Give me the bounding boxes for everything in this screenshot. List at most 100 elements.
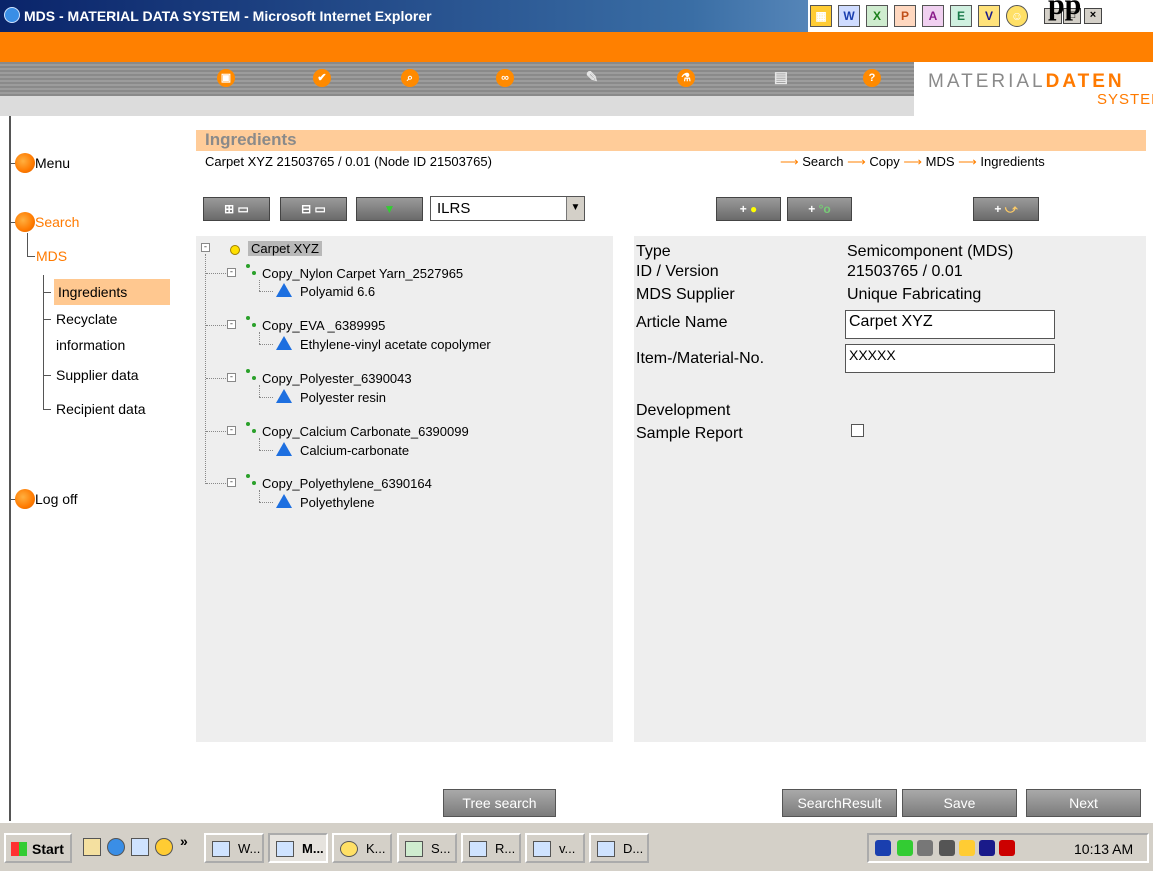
task-button[interactable]: R... — [461, 833, 521, 863]
tray-app-icon[interactable] — [897, 840, 913, 856]
sidebar-item-search[interactable]: Search — [35, 214, 79, 230]
breadcrumb-search[interactable]: Search — [802, 154, 843, 169]
breadcrumb-copy[interactable]: Copy — [869, 154, 899, 169]
add-component-button[interactable]: + ● — [716, 197, 781, 221]
sidebar-item-logoff[interactable]: Log off — [35, 491, 78, 507]
media-player-icon[interactable] — [155, 838, 173, 856]
add-material-button[interactable]: + ⤻ — [973, 197, 1039, 221]
word-icon[interactable]: W — [838, 5, 860, 27]
network-icon[interactable] — [875, 840, 891, 856]
quicklaunch-chevron[interactable]: » — [180, 833, 188, 849]
sidebar-item-recyclate[interactable]: Recyclate — [56, 306, 117, 332]
filter-button[interactable]: ▼ — [356, 197, 423, 221]
collapse-icon[interactable]: - — [201, 243, 210, 252]
access-icon[interactable]: A — [922, 5, 944, 27]
collapse-icon[interactable]: - — [227, 478, 236, 487]
search-icon[interactable]: ⌕ — [401, 69, 419, 87]
add-subcomponent-button[interactable]: + °o — [787, 197, 852, 221]
chevron-down-icon[interactable]: ▼ — [566, 197, 584, 220]
task-button[interactable]: S... — [397, 833, 457, 863]
tree-leaf[interactable]: Ethylene-vinyl acetate copolymer — [300, 337, 491, 352]
next-button[interactable]: Next — [1026, 789, 1141, 817]
sidebar-item-recyclate-line2[interactable]: information — [56, 332, 125, 358]
save-button[interactable]: Save — [902, 789, 1017, 817]
tray-app-icon[interactable] — [959, 840, 975, 856]
connection-icon[interactable] — [939, 840, 955, 856]
word-icon — [533, 841, 551, 857]
task-button[interactable]: W... — [204, 833, 264, 863]
ie-icon[interactable] — [107, 838, 125, 856]
tree-leaf[interactable]: Polyethylene — [300, 495, 374, 510]
office-shortcut-icon[interactable]: ▦ — [810, 5, 832, 27]
antivirus-icon[interactable] — [979, 840, 995, 856]
tree-node[interactable]: Copy_EVA _6389995 — [262, 318, 385, 333]
smiley-icon[interactable]: ☺ — [1006, 5, 1028, 27]
sidebar-item-ingredients[interactable]: Ingredients — [54, 279, 170, 305]
breadcrumb-mds[interactable]: MDS — [926, 154, 955, 169]
filter-select[interactable]: ILRS ▼ — [430, 196, 585, 221]
expand-all-button[interactable]: ⊞ ▭ — [203, 197, 270, 221]
tree-leaf[interactable]: Calcium-carbonate — [300, 443, 409, 458]
save-icon[interactable]: ▣ — [217, 69, 235, 87]
taskbar: Start » W... M... K... S... R... v... D.… — [0, 821, 1153, 871]
check-icon[interactable]: ✔ — [313, 69, 331, 87]
dev-sample-label-line2: Sample Report — [636, 425, 743, 442]
outlook-icon[interactable] — [131, 838, 149, 856]
task-button[interactable]: K... — [332, 833, 392, 863]
material-icon — [276, 389, 292, 403]
volume-icon[interactable] — [917, 840, 933, 856]
tree-root-node[interactable]: Carpet XYZ — [248, 241, 322, 256]
print-icon[interactable]: ▤ — [772, 69, 790, 87]
task-button[interactable]: D... — [589, 833, 649, 863]
page-title: Ingredients — [205, 130, 297, 149]
excel-icon[interactable]: X — [866, 5, 888, 27]
publisher-icon[interactable]: E — [950, 5, 972, 27]
orange-band — [0, 32, 1153, 62]
task-button-active[interactable]: M... — [268, 833, 328, 863]
app-icon — [340, 841, 358, 857]
edit-icon[interactable]: ✎ — [583, 69, 601, 87]
item-number-input[interactable]: XXXXX — [845, 344, 1055, 373]
dev-sample-checkbox[interactable] — [851, 424, 864, 437]
search-bullet-icon — [15, 212, 35, 232]
collapse-all-button[interactable]: ⊟ ▭ — [280, 197, 347, 221]
tree-node[interactable]: Copy_Polyester_6390043 — [262, 371, 412, 386]
sidebar-item-supplier-data[interactable]: Supplier data — [56, 362, 139, 388]
collapse-icon[interactable]: - — [227, 373, 236, 382]
tree-node[interactable]: Copy_Calcium Carbonate_6390099 — [262, 424, 469, 439]
tree-node[interactable]: Copy_Nylon Carpet Yarn_2527965 — [262, 266, 463, 281]
breadcrumb-ingredients[interactable]: Ingredients — [980, 154, 1044, 169]
collapse-icon[interactable]: - — [227, 320, 236, 329]
system-tray: 10:13 AM — [867, 833, 1149, 863]
powerpoint-icon[interactable]: P — [894, 5, 916, 27]
flask-icon[interactable]: ⚗ — [677, 69, 695, 87]
tree-node[interactable]: Copy_Polyethylene_6390164 — [262, 476, 432, 491]
tree-leaf[interactable]: Polyester resin — [300, 390, 386, 405]
task-button[interactable]: v... — [525, 833, 585, 863]
dev-sample-label-line1: Development — [636, 402, 731, 419]
sidebar-item-menu[interactable]: Menu — [35, 155, 70, 171]
tray-app-icon[interactable] — [999, 840, 1015, 856]
tree-leaf[interactable]: Polyamid 6.6 — [300, 284, 375, 299]
close-button[interactable]: × — [1084, 8, 1102, 24]
component-icon — [230, 245, 240, 255]
help-icon[interactable]: ? — [863, 69, 881, 87]
search-result-button[interactable]: SearchResult — [782, 789, 897, 817]
article-name-input[interactable]: Carpet XYZ — [845, 310, 1055, 339]
title-bar: MDS - MATERIAL DATA SYSTEM - Microsoft I… — [0, 0, 1153, 32]
norton-icon[interactable]: V — [978, 5, 1000, 27]
sidebar-item-mds[interactable]: MDS — [36, 248, 67, 264]
logoff-bullet-icon — [15, 489, 35, 509]
collapse-icon[interactable]: - — [227, 268, 236, 277]
toolbar-underband — [0, 96, 914, 116]
menu-bullet-icon — [15, 153, 35, 173]
type-value: Semicomponent (MDS) — [847, 243, 1014, 260]
start-button[interactable]: Start — [4, 833, 72, 863]
sidebar-item-recipient-data[interactable]: Recipient data — [56, 396, 146, 422]
tree-search-button[interactable]: Tree search — [443, 789, 556, 817]
link-icon[interactable]: ∞ — [496, 69, 514, 87]
arrow-icon: ⟶ — [903, 154, 922, 169]
type-label: Type — [636, 243, 671, 260]
desktop-icon[interactable] — [83, 838, 101, 856]
collapse-icon[interactable]: - — [227, 426, 236, 435]
